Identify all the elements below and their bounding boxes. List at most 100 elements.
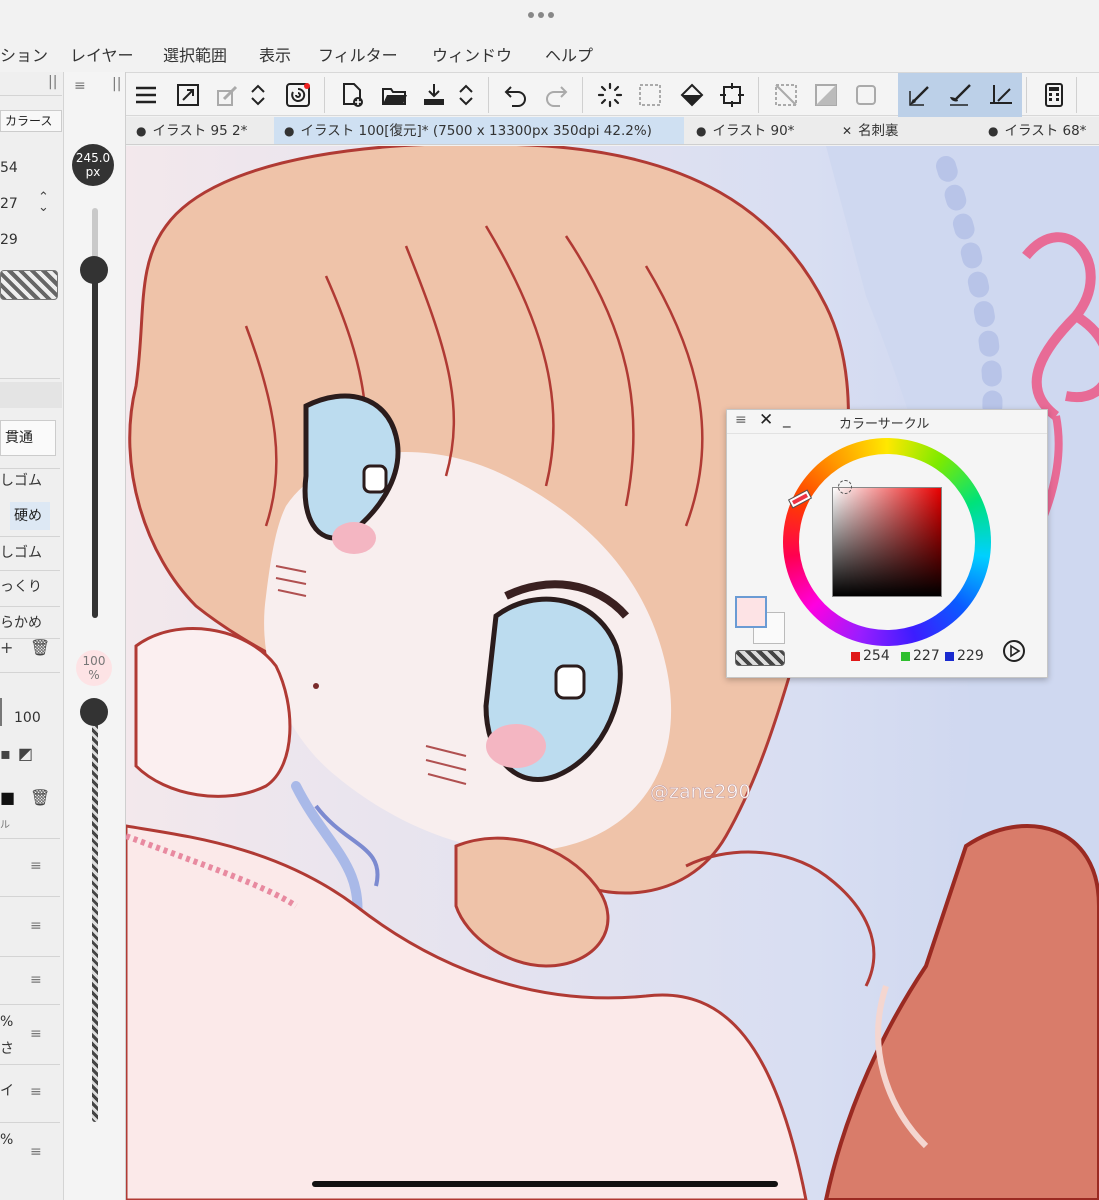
chevron-updown-icon[interactable]	[456, 79, 476, 111]
tab-illust-95-2[interactable]: ● イラスト 95 2*	[126, 117, 266, 144]
window-titlebar[interactable]: ≡ ✕ _ カラーサークル	[727, 410, 1047, 434]
red-chip-icon	[851, 652, 860, 661]
multitask-dots-icon[interactable]	[528, 12, 554, 18]
main-color-swatch[interactable]	[735, 596, 767, 628]
brush-item-eraser[interactable]: しゴム	[0, 470, 60, 490]
play-icon[interactable]	[1003, 640, 1025, 662]
home-indicator[interactable]	[312, 1181, 778, 1187]
pen-tool-icon[interactable]	[904, 79, 936, 111]
brush-item-eraser-2[interactable]: しゴム	[0, 542, 60, 562]
hamburger-menu-icon[interactable]	[130, 79, 162, 111]
brush-size-indicator: 245.0 px	[72, 144, 114, 186]
select-all-icon[interactable]	[634, 79, 666, 111]
panel-grip-icon[interactable]: ||	[48, 74, 57, 90]
chevron-updown-icon[interactable]	[248, 79, 268, 111]
invert-selection-icon[interactable]	[810, 79, 842, 111]
calculator-icon[interactable]	[1038, 79, 1070, 111]
menu-filter[interactable]: フィルター	[318, 42, 398, 66]
fill-bucket-icon[interactable]	[676, 79, 708, 111]
modified-dot-icon: ●	[988, 124, 999, 138]
opacity-value[interactable]: 100	[14, 710, 63, 726]
color-slider-tab[interactable]: カラース	[0, 110, 62, 132]
menu-view[interactable]: 表示	[259, 42, 291, 66]
menu-icon[interactable]: ≡	[74, 78, 86, 94]
layer-handle-icon[interactable]: ≡	[30, 918, 42, 934]
deselect-icon[interactable]	[770, 79, 802, 111]
stepper-icon[interactable]: ⌄	[38, 200, 49, 215]
close-icon[interactable]: ✕	[842, 124, 852, 138]
green-chip-icon	[901, 652, 910, 661]
green-value: 227	[913, 648, 940, 664]
blend-icon[interactable]: ▪	[0, 744, 11, 763]
transparent-color-swatch[interactable]	[735, 650, 785, 666]
add-icon[interactable]: +	[0, 638, 13, 657]
size-slider-knob[interactable]	[80, 255, 108, 284]
close-icon[interactable]: ✕	[759, 410, 773, 430]
modified-dot-icon: ●	[284, 124, 295, 138]
layer-handle-icon[interactable]: ≡	[30, 972, 42, 988]
tab-label: イラスト 95 2*	[152, 123, 248, 139]
modified-dot-icon: ●	[696, 124, 707, 138]
left-panel: || カラース 54 27 29 ⌃ ⌄ 貫通 しゴム 硬め しゴム っくり ら…	[0, 72, 64, 1200]
save-icon[interactable]	[418, 79, 450, 111]
menu-window[interactable]: ウィンドウ	[432, 42, 512, 66]
transform-icon[interactable]	[212, 79, 244, 111]
size-slider-fill	[92, 269, 98, 618]
panel-grip-icon[interactable]: ||	[112, 76, 121, 92]
brush-size-bar: ≡ || 245.0 px 100 %	[64, 72, 126, 1200]
menu-animation[interactable]: ション	[0, 42, 48, 66]
layer-handle-icon[interactable]: ≡	[30, 1144, 42, 1160]
opacity-slider-track[interactable]	[92, 712, 98, 1122]
trash-icon[interactable]: 🗑	[30, 638, 50, 657]
brush-size-value: 245.0	[75, 151, 111, 165]
brush-tool-icon[interactable]	[944, 79, 976, 111]
brush-item-slow[interactable]: っくり	[0, 576, 60, 596]
color-picker-marker[interactable]	[838, 480, 852, 494]
opacity-indicator: 100 %	[76, 650, 112, 686]
swirl-icon[interactable]	[282, 79, 314, 111]
layer-handle-icon[interactable]: ≡	[30, 1084, 42, 1100]
window-menu-icon[interactable]: ≡	[735, 412, 747, 428]
crop-icon[interactable]	[716, 79, 748, 111]
menu-selection[interactable]: 選択範囲	[163, 42, 227, 66]
layer-icon[interactable]: ■	[0, 788, 15, 807]
brush-item-soft[interactable]: らかめ	[0, 612, 60, 632]
brush-size-unit: px	[85, 165, 101, 179]
fit-canvas-icon[interactable]	[172, 79, 204, 111]
transparent-color-swatch[interactable]	[0, 270, 58, 300]
watermark-text: @zane290	[650, 781, 751, 803]
opacity-slider-knob[interactable]	[80, 698, 108, 726]
selection-border-icon[interactable]	[850, 79, 882, 111]
brush-item-hard[interactable]: 硬め	[10, 502, 50, 530]
tab-illust-68[interactable]: ● イラスト 68*	[978, 117, 1099, 144]
brush-item-penetrate[interactable]: 貫通	[0, 420, 56, 456]
open-folder-icon[interactable]	[378, 79, 410, 111]
tab-illust-100[interactable]: ● イラスト 100[復元]* (7500 x 13300px 350dpi 42…	[274, 117, 684, 144]
ruler-tool-icon[interactable]	[984, 79, 1016, 111]
opacity-unit-label: %	[88, 668, 100, 682]
mask-icon[interactable]: ◩	[18, 744, 33, 763]
blue-value[interactable]: 29	[0, 232, 60, 248]
minimize-icon[interactable]: _	[783, 410, 791, 428]
opacity-value-label: 100	[82, 654, 106, 668]
redo-icon[interactable]	[540, 79, 572, 111]
tab-label: イラスト 90*	[712, 123, 795, 139]
panel-divider	[0, 382, 62, 408]
color-circle-window[interactable]: ≡ ✕ _ カラーサークル 254 227 229	[726, 409, 1048, 678]
saturation-value-square[interactable]	[832, 487, 942, 597]
loading-spinner-icon[interactable]	[594, 79, 626, 111]
command-bar	[126, 72, 1099, 117]
menu-help[interactable]: ヘルプ	[545, 42, 593, 66]
green-value[interactable]: 27	[0, 196, 60, 212]
tab-illust-90[interactable]: ● イラスト 90*	[686, 117, 826, 144]
new-file-icon[interactable]	[336, 79, 368, 111]
modified-dot-icon: ●	[136, 124, 147, 138]
tab-business-card-back[interactable]: ✕ 名刺裏	[832, 117, 972, 144]
menu-layer[interactable]: レイヤー	[70, 42, 134, 66]
delete-layer-icon[interactable]: 🗑	[30, 788, 50, 807]
red-value[interactable]: 54	[0, 160, 60, 176]
undo-icon[interactable]	[500, 79, 532, 111]
layer-handle-icon[interactable]: ≡	[30, 858, 42, 874]
document-tabs: ● イラスト 95 2* ● イラスト 100[復元]* (7500 x 13300…	[126, 117, 1099, 145]
layer-handle-icon[interactable]: ≡	[30, 1026, 42, 1042]
